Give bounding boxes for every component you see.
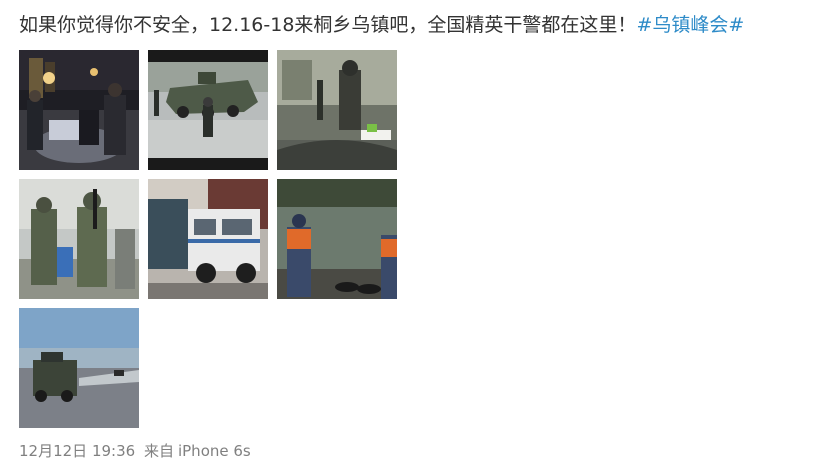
armed-officer-windshield-photo xyxy=(277,50,397,170)
highway-armored-vehicle-photo xyxy=(19,308,139,428)
armed-soldiers-photo xyxy=(19,179,139,299)
photo-thumb-5[interactable] xyxy=(148,179,268,299)
post-text: 如果你觉得你不安全，12.16-18来桐乡乌镇吧，全国精英干警都在这里！#乌镇峰… xyxy=(19,10,744,40)
source-device-link[interactable]: iPhone 6s xyxy=(178,442,251,460)
photo-thumb-3[interactable] xyxy=(277,50,397,170)
post-meta: 12月12日 19:36 来自 iPhone 6s xyxy=(19,440,251,461)
lakeside-guard-photo xyxy=(277,179,397,299)
police-trucks-photo xyxy=(148,179,268,299)
from-label: 来自 xyxy=(143,442,174,460)
post-timestamp[interactable]: 12月12日 19:36 xyxy=(19,442,135,460)
armored-vehicle-photo xyxy=(148,50,268,170)
photo-thumb-7[interactable] xyxy=(19,308,139,428)
photo-thumb-2[interactable] xyxy=(148,50,268,170)
night-police-photo xyxy=(19,50,139,170)
photo-thumb-4[interactable] xyxy=(19,179,139,299)
photo-thumb-1[interactable] xyxy=(19,50,139,170)
hashtag-link[interactable]: #乌镇峰会# xyxy=(636,14,744,36)
post-body: 如果你觉得你不安全，12.16-18来桐乡乌镇吧，全国精英干警都在这里！ xyxy=(19,14,637,36)
photo-thumb-6[interactable] xyxy=(277,179,397,299)
